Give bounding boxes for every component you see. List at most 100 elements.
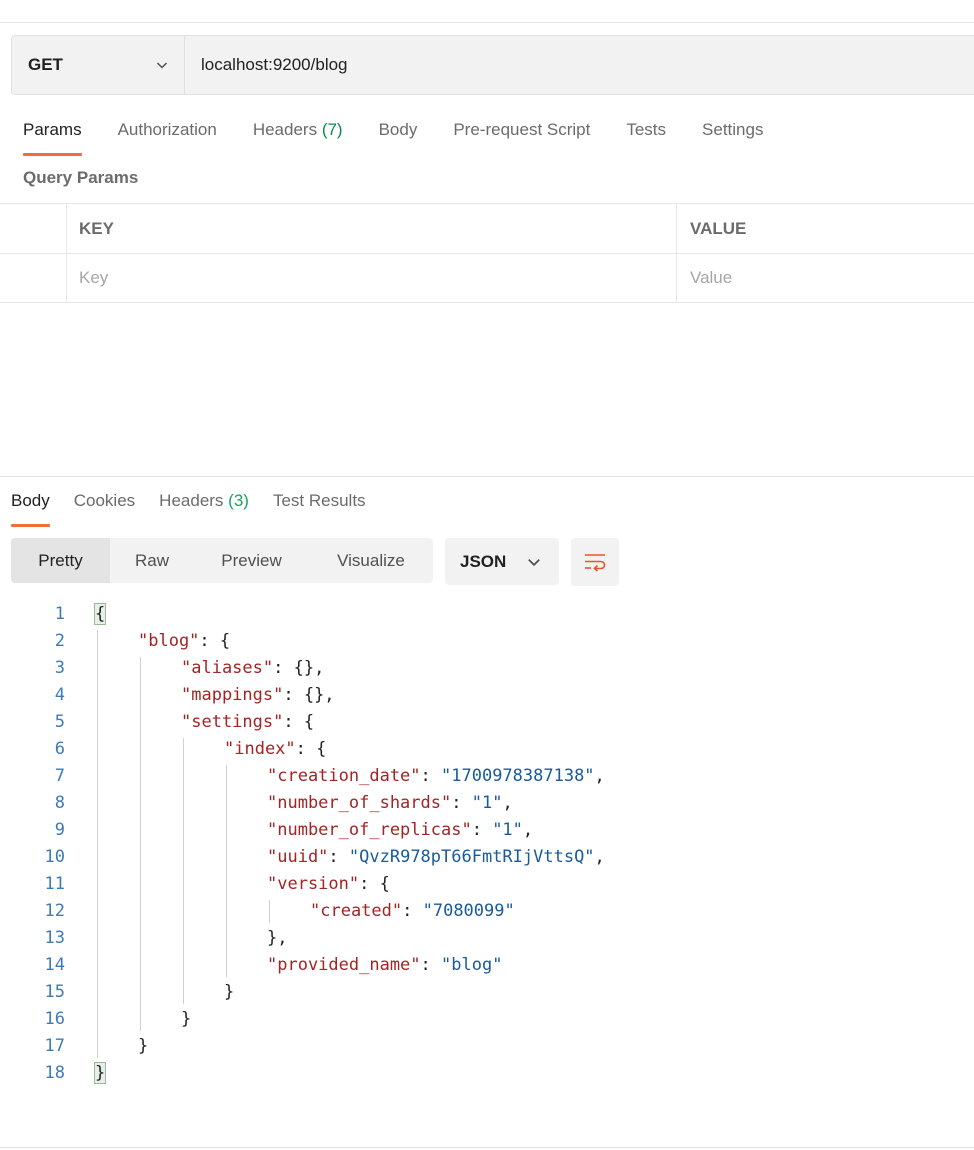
code-line: 13}, [0,925,974,952]
headers-count: (7) [321,120,343,139]
tab-response-body[interactable]: Body [11,487,50,527]
json-punctuation: : { [359,874,390,894]
response-tabs: Body Cookies Headers (3) Test Results [11,487,390,527]
indent-guide [269,900,270,923]
indent-guide [97,630,98,1058]
view-raw-button[interactable]: Raw [110,538,194,583]
code-line: 10 "uuid": "QvzR978pT66FmtRIjVttsQ", [0,844,974,871]
line-number: 13 [44,928,65,948]
tab-label: Authorization [117,120,217,139]
tab-label: Params [23,120,82,139]
value-input[interactable]: Value [677,254,974,302]
indent-guide [183,738,184,1004]
json-punctuation: } [138,1036,149,1056]
query-params-title: Query Params [23,168,139,187]
tab-settings[interactable]: Settings [702,116,763,156]
check-column [0,204,67,253]
line-number: 9 [54,820,65,840]
json-punctuation: : [471,820,493,840]
view-visualize-button[interactable]: Visualize [309,538,433,583]
response-code-editor[interactable]: 1{2 "blog": {3 "aliases": {}, 4 "mappings": … [0,601,974,1087]
json-punctuation: , [522,820,534,840]
tab-headers[interactable]: Headers (7) [253,116,343,156]
code-text: "uuid": "QvzR978pT66FmtRIjVttsQ", [267,844,605,871]
json-punctuation: , [594,847,605,867]
format-select[interactable]: JSON [445,538,559,585]
code-text: } [181,1006,191,1033]
tab-test-results[interactable]: Test Results [273,487,366,527]
line-number: 3 [54,658,65,678]
bottom-divider [0,1147,974,1148]
line-number: 15 [44,982,65,1002]
code-text: "index": { [224,736,326,763]
line-number: 10 [44,847,65,867]
wrap-lines-button[interactable] [571,538,619,586]
code-text: "version": { [267,871,390,898]
params-input-row: Key Value [0,253,974,303]
tab-params[interactable]: Params [23,116,82,156]
value-header: VALUE [690,218,747,238]
line-number: 16 [44,1009,65,1029]
tab-tests[interactable]: Tests [626,116,666,156]
json-punctuation: , [502,793,513,813]
wrap-lines-icon [585,554,606,572]
code-line: 3 "aliases": {}, [0,655,974,682]
tab-cookies[interactable]: Cookies [74,487,135,527]
tab-label: Cookies [73,491,136,510]
indent-guide [140,657,141,1031]
key-header: KEY [67,204,677,253]
code-line: 6 "index": { [0,736,974,763]
line-number: 1 [54,604,65,624]
tab-label: Pre-request Script [453,120,591,139]
tab-label: Body [378,120,418,139]
params-table: KEY VALUE Key Value [0,203,974,303]
code-line: 5 "settings": { [0,709,974,736]
code-text: } [138,1033,148,1060]
code-line: 17} [0,1033,974,1060]
json-punctuation: , [594,766,605,786]
code-line: 16} [0,1006,974,1033]
code-line: 1{ [0,601,974,628]
json-punctuation: : [420,766,442,786]
code-line: 18} [0,1060,974,1087]
tab-pre-request-script[interactable]: Pre-request Script [453,116,590,156]
chevron-down-icon [528,559,540,567]
view-pretty-button[interactable]: Pretty [11,538,110,583]
request-tabs: Params Authorization Headers (7) Body Pr… [23,116,799,156]
indent-guide [226,765,227,977]
line-number: 5 [54,712,65,732]
tab-authorization[interactable]: Authorization [118,116,217,156]
url-input[interactable]: localhost:9200/blog [185,36,974,94]
key-input[interactable]: Key [67,254,677,302]
response-divider[interactable] [0,476,974,477]
request-bar: GET localhost:9200/blog [11,35,974,95]
tab-label: Tests [626,120,667,139]
json-punctuation: : { [295,739,327,759]
tab-label: Headers [159,491,224,510]
code-line: 15} [0,979,974,1006]
code-line: 14 "provided_name": "blog" [0,952,974,979]
format-label: JSON [460,551,507,571]
tab-response-headers[interactable]: Headers (3) [159,487,249,527]
tab-label: Settings [702,120,764,139]
code-text: }, [267,925,287,952]
json-string: "QvzR978pT66FmtRIjVttsQ" [348,847,595,867]
code-line: 8 "number_of_shards": "1", [0,790,974,817]
tab-label: Body [11,491,50,510]
code-text: } [93,1060,107,1087]
params-header-row: KEY VALUE [0,203,974,253]
tab-body[interactable]: Body [379,116,418,156]
method-label: GET [28,55,63,74]
line-number: 8 [54,793,65,813]
json-key: "settings" [181,712,284,732]
chevron-down-icon [156,62,168,69]
json-string: "1" [471,793,503,813]
line-number: 11 [44,874,65,894]
view-preview-button[interactable]: Preview [194,538,309,583]
line-number: 12 [44,901,65,921]
method-select[interactable]: GET [12,36,185,94]
json-punctuation: : [451,793,472,813]
top-divider [0,22,974,23]
json-key: "creation_date" [267,766,421,786]
json-string: "1700978387138" [441,766,595,786]
